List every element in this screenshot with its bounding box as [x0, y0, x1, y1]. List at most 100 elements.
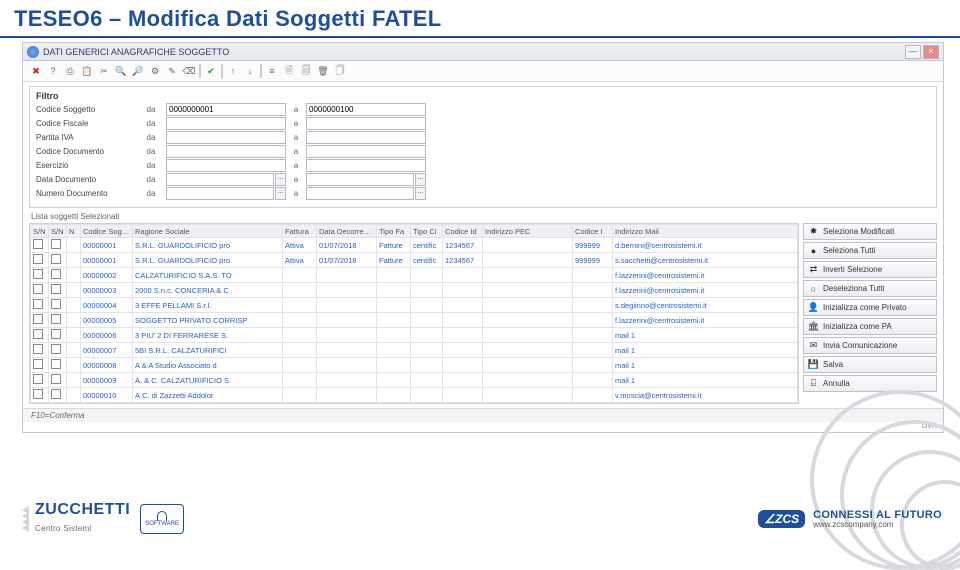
table-row[interactable]: 00000001S.R.L. GUARDOLIFICIO proAttiva01… — [31, 238, 798, 253]
cell-fattura — [283, 373, 317, 388]
table-row[interactable]: 000000063 PIU' 2 DI FERRARESE S.mail 1 — [31, 328, 798, 343]
tool-up-icon[interactable]: ↑ — [226, 64, 240, 78]
checkbox[interactable] — [49, 343, 67, 358]
tool-edit-icon[interactable]: ✎ — [165, 64, 179, 78]
filter-from-input[interactable] — [166, 103, 286, 116]
filter-to-input[interactable] — [306, 187, 414, 200]
date-picker-icon[interactable]: … — [275, 187, 286, 200]
checkbox[interactable] — [31, 358, 49, 373]
filter-to-input[interactable] — [306, 131, 426, 144]
filter-to-input[interactable] — [306, 103, 426, 116]
tool-gear-icon[interactable]: ⚙ — [148, 64, 162, 78]
tool-doc3-icon[interactable]: 🗑 — [316, 64, 330, 78]
filter-from-input[interactable] — [166, 159, 286, 172]
side-button[interactable]: ○Deseleziona Tutti — [803, 280, 937, 297]
cell-code: 00000005 — [81, 313, 133, 328]
close-button[interactable]: ✕ — [923, 45, 939, 59]
filter-to-input[interactable] — [306, 145, 426, 158]
table-row[interactable]: 00000001S.R.L. GUARDOLIFICIO proAttiva01… — [31, 253, 798, 268]
minimize-button[interactable]: — — [905, 45, 921, 59]
column-header[interactable]: Fattura — [283, 225, 317, 238]
checkbox[interactable] — [31, 313, 49, 328]
filter-from-input[interactable] — [166, 187, 274, 200]
table-row[interactable]: 000000075BI S.R.L. CALZATURIFICImail 1 — [31, 343, 798, 358]
side-button[interactable]: ⇄Inverti Selezione — [803, 261, 937, 278]
checkbox[interactable] — [49, 283, 67, 298]
column-header[interactable]: Tipo Ci — [411, 225, 443, 238]
filter-to-input[interactable] — [306, 173, 414, 186]
side-button[interactable]: ✸Seleziona Modificati — [803, 223, 937, 240]
filter-from-input[interactable] — [166, 117, 286, 130]
table-row[interactable]: 000000043 EFFE PELLAMI S.r.l.s.degiinno@… — [31, 298, 798, 313]
tool-clipboard-icon[interactable]: 📋 — [80, 64, 94, 78]
side-button[interactable]: 👤Inizializza come Privato — [803, 299, 937, 316]
subjects-grid[interactable]: S/NS/NNCodice SoggeRagione SocialeFattur… — [29, 223, 799, 404]
tool-doc2-icon[interactable]: 🗐 — [299, 64, 313, 78]
tool-doc4-icon[interactable]: 🗍 — [333, 64, 347, 78]
checkbox[interactable] — [31, 343, 49, 358]
table-row[interactable]: 000000032000 S.n.c. CONCERIA & Cf.lazzer… — [31, 283, 798, 298]
checkbox[interactable] — [49, 268, 67, 283]
tool-doc1-icon[interactable]: 🗎 — [282, 64, 296, 78]
cell-pec — [483, 373, 573, 388]
checkbox[interactable] — [49, 328, 67, 343]
table-row[interactable]: 00000009A. & C. CALZATURIFICIO Smail 1 — [31, 373, 798, 388]
checkbox[interactable] — [49, 388, 67, 403]
filter-to-input[interactable] — [306, 117, 426, 130]
checkbox[interactable] — [49, 253, 67, 268]
column-header[interactable]: Ragione Sociale — [133, 225, 283, 238]
date-picker-icon[interactable]: … — [415, 173, 426, 186]
tool-down-icon[interactable]: ↓ — [243, 64, 257, 78]
column-header[interactable]: S/N — [31, 225, 49, 238]
checkbox[interactable] — [49, 358, 67, 373]
column-header[interactable]: Data Decorrenza — [317, 225, 377, 238]
filter-to-input[interactable] — [306, 159, 426, 172]
side-button[interactable]: ●Seleziona Tutti — [803, 242, 937, 259]
tool-zoomin-icon[interactable]: 🔎 — [131, 64, 145, 78]
checkbox[interactable] — [49, 298, 67, 313]
table-row[interactable]: 00000005SOGGETTO PRIVATO CORRISPf.lazzer… — [31, 313, 798, 328]
column-header[interactable]: Indirizzo Mail — [613, 225, 798, 238]
checkbox[interactable] — [49, 373, 67, 388]
tool-cut-icon[interactable]: ✂ — [97, 64, 111, 78]
table-row[interactable]: 00000010A.C. di Zazzetti Addolorv.moscia… — [31, 388, 798, 403]
side-button[interactable]: 🏛Inizializza come PA — [803, 318, 937, 335]
column-header[interactable]: Tipo Fa — [377, 225, 411, 238]
filter-from-input[interactable] — [166, 145, 286, 158]
tool-cancel-icon[interactable]: ✖ — [29, 64, 43, 78]
tool-print-icon[interactable]: ⎙ — [63, 64, 77, 78]
cell-ragione: 2000 S.n.c. CONCERIA & C — [133, 283, 283, 298]
filter-from-input[interactable] — [166, 131, 286, 144]
filter-from-input[interactable] — [166, 173, 274, 186]
column-header[interactable]: Codice I — [573, 225, 613, 238]
checkbox[interactable] — [31, 373, 49, 388]
tool-list-icon[interactable]: ≡ — [265, 64, 279, 78]
tool-help-icon[interactable]: ? — [46, 64, 60, 78]
checkbox[interactable] — [31, 268, 49, 283]
column-header[interactable]: S/N — [49, 225, 67, 238]
checkbox[interactable] — [49, 238, 67, 253]
side-button[interactable]: 💾Salva — [803, 356, 937, 373]
checkbox[interactable] — [31, 298, 49, 313]
table-row[interactable]: 00000002CALZATURIFICIO S.A.S. TOf.lazzer… — [31, 268, 798, 283]
checkbox[interactable] — [49, 313, 67, 328]
date-picker-icon[interactable]: … — [415, 187, 426, 200]
checkbox[interactable] — [31, 238, 49, 253]
table-row[interactable]: 00000008A & A Studio Associato dmail 1 — [31, 358, 798, 373]
cell-tipo — [377, 358, 411, 373]
checkbox[interactable] — [31, 253, 49, 268]
side-button[interactable]: ✉Invia Comunicazione — [803, 337, 937, 354]
tool-confirm-icon[interactable]: ✔ — [204, 64, 218, 78]
cell-tipo — [377, 373, 411, 388]
column-header[interactable]: Codice Id — [443, 225, 483, 238]
column-header[interactable]: Indirizzo PEC — [483, 225, 573, 238]
date-picker-icon[interactable]: … — [275, 173, 286, 186]
checkbox[interactable] — [31, 388, 49, 403]
tool-delete-icon[interactable]: ⌫ — [182, 64, 196, 78]
column-header[interactable]: N — [67, 225, 81, 238]
column-header[interactable]: Codice Sogge — [81, 225, 133, 238]
checkbox[interactable] — [31, 283, 49, 298]
filter-label: Codice Soggetto — [36, 105, 136, 114]
tool-zoomout-icon[interactable]: 🔍 — [114, 64, 128, 78]
checkbox[interactable] — [31, 328, 49, 343]
